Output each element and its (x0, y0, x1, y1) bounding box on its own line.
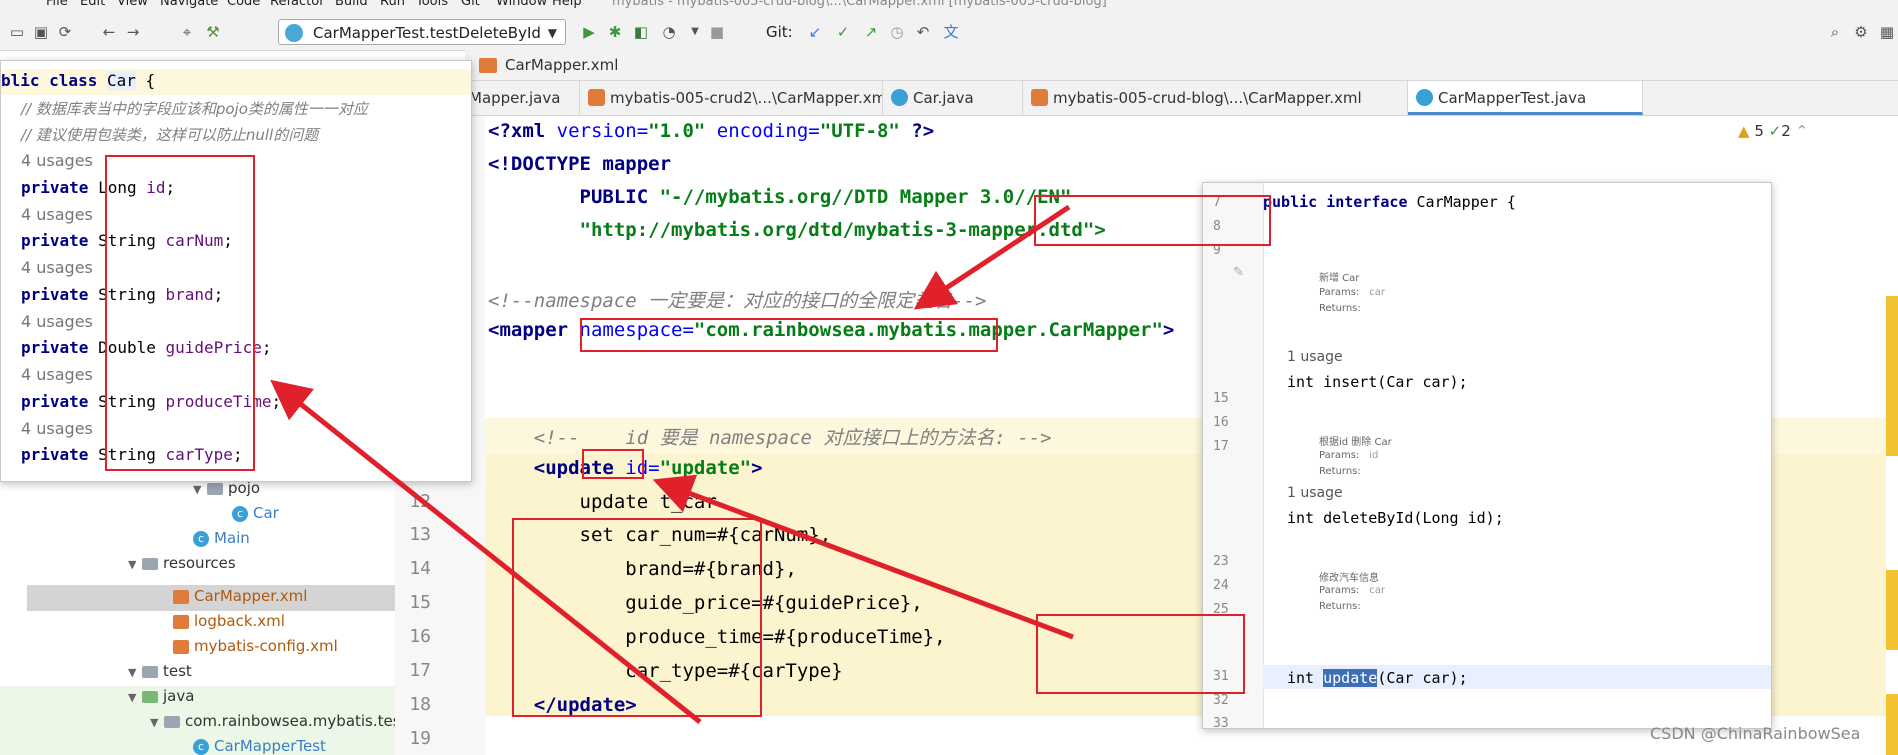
arrow-params-to-fields (270, 379, 702, 724)
annotation-arrows (270, 204, 1074, 724)
watermark: CSDN @ChinaRainbowSea (1650, 724, 1861, 743)
arrow-method-to-update-id (652, 474, 1074, 640)
arrow-interface-to-namespace (913, 204, 1071, 310)
